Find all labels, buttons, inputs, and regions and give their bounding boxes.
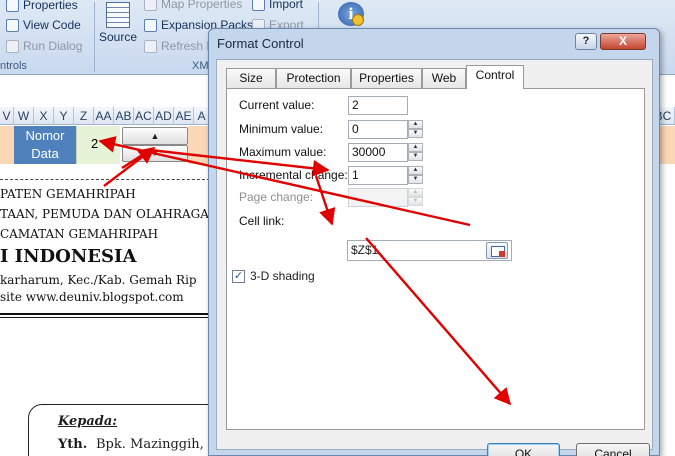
column-header[interactable]: V — [0, 107, 14, 125]
incremental-change-field[interactable]: 1 — [348, 166, 408, 185]
gear-icon — [352, 14, 364, 26]
expansion-packs-icon — [144, 18, 157, 32]
refresh-icon — [144, 39, 157, 53]
letterhead-website: site www.deuniv.blogspot.com — [0, 290, 184, 304]
spin-down-icon[interactable]: ▼ — [408, 152, 423, 161]
maximum-value-spinner[interactable]: ▲ ▼ — [408, 143, 423, 162]
spin-button-down[interactable]: ▼ — [122, 145, 188, 162]
maximum-value-label: Maximum value: — [239, 145, 327, 159]
spin-button-up[interactable]: ▲ — [122, 127, 188, 145]
column-header[interactable]: W — [14, 107, 34, 125]
dialog-title: Format Control — [217, 36, 304, 51]
column-header[interactable]: X — [34, 107, 54, 125]
minimum-value-spinner[interactable]: ▲ ▼ — [408, 120, 423, 139]
minimum-value-label: Minimum value: — [239, 122, 324, 136]
controls-group-label: ntrols — [0, 60, 27, 72]
incremental-change-spinner[interactable]: ▲ ▼ — [408, 166, 423, 185]
refresh-data-button[interactable]: Refresh D — [144, 37, 215, 55]
import-icon — [252, 0, 265, 11]
triangle-down-icon: ▼ — [150, 148, 160, 158]
kepada-label: Kepada: — [58, 414, 118, 429]
spin-down-icon[interactable]: ▼ — [408, 175, 423, 184]
map-properties-button[interactable]: Map Properties — [144, 0, 242, 13]
current-value-field[interactable]: 2 — [348, 96, 408, 115]
spin-up-icon[interactable]: ▲ — [408, 120, 423, 129]
spin-up-icon[interactable]: ▲ — [408, 188, 423, 197]
minimum-value-field[interactable]: 0 — [348, 120, 408, 139]
ok-button[interactable]: OK — [487, 443, 560, 456]
column-header[interactable]: AD — [154, 107, 174, 125]
dashed-separator — [0, 179, 210, 180]
nomor-data-cell[interactable]: Nomor Data — [14, 126, 76, 164]
page-change-spinner[interactable]: ▲ ▼ — [408, 188, 423, 207]
incremental-change-label: Incremental change: — [239, 168, 348, 182]
dialog-body: Size Protection Properties Web Control C… — [216, 59, 653, 456]
spin-down-icon[interactable]: ▼ — [408, 129, 423, 138]
letterhead-title: I INDONESIA — [0, 246, 137, 267]
tab-properties[interactable]: Properties — [351, 68, 422, 88]
current-value-label: Current value: — [239, 98, 315, 112]
import-button[interactable]: Import — [252, 0, 303, 13]
tab-control[interactable]: Control — [466, 65, 524, 89]
maximum-value-field[interactable]: 30000 — [348, 143, 408, 162]
tab-size[interactable]: Size — [226, 68, 276, 88]
letterhead-address: karharum, Kec./Kab. Gemah Rip — [0, 273, 197, 287]
view-code-icon — [6, 18, 19, 32]
tab-protection[interactable]: Protection — [276, 68, 351, 88]
column-header[interactable]: AA — [94, 107, 114, 125]
nomor-data-label: Nomor Data — [25, 128, 65, 161]
letterhead-line: TAAN, PEMUDA DAN OLAHRAGA — [0, 207, 209, 221]
3d-shading-label: 3-D shading — [250, 269, 315, 283]
properties-icon — [6, 0, 19, 12]
letterhead-line: CAMATAN GEMAHRIPAH — [0, 227, 159, 241]
cancel-button[interactable]: Cancel — [576, 443, 650, 456]
page-change-field[interactable] — [348, 188, 408, 207]
cell-link-value: $Z$1 — [351, 243, 379, 257]
letterhead-rule — [0, 317, 210, 318]
spin-up-icon[interactable]: ▲ — [408, 143, 423, 152]
letterhead-line: PATEN GEMAHRIPAH — [0, 187, 136, 201]
column-header[interactable]: AB — [114, 107, 134, 125]
xml-group-label: XM — [192, 60, 209, 72]
view-code-button[interactable]: View Code — [6, 16, 81, 34]
yth-label: Yth. — [58, 437, 88, 452]
run-dialog-button[interactable]: Run Dialog — [6, 37, 82, 55]
tab-web[interactable]: Web — [422, 68, 466, 88]
recipient-name: Bpk. Mazinggih, M — [96, 437, 222, 452]
cell-fill[interactable] — [188, 126, 210, 164]
value-cell-z1[interactable]: 2 — [76, 126, 120, 164]
ribbon-separator — [94, 2, 95, 72]
spin-up-icon[interactable]: ▲ — [408, 166, 423, 175]
help-button[interactable]: ? — [575, 33, 597, 50]
cell-fill[interactable] — [0, 126, 14, 164]
run-dialog-icon — [6, 39, 19, 53]
column-header[interactable]: AC — [134, 107, 154, 125]
page-change-label: Page change: — [239, 190, 314, 204]
column-header[interactable]: Y — [54, 107, 74, 125]
letterhead-rule — [0, 313, 210, 315]
source-icon — [106, 2, 130, 28]
3d-shading-checkbox[interactable]: ✓ — [232, 270, 245, 283]
triangle-up-icon: ▲ — [150, 131, 160, 141]
close-button[interactable]: X — [600, 33, 646, 50]
spin-down-icon[interactable]: ▼ — [408, 197, 423, 206]
cell-value: 2 — [91, 136, 99, 151]
collapse-dialog-button[interactable] — [486, 242, 508, 259]
format-control-dialog: Format Control ? X Size Protection Prope… — [208, 28, 660, 456]
cell-link-label: Cell link: — [239, 214, 285, 228]
column-header[interactable]: AE — [174, 107, 194, 125]
column-header[interactable]: Z — [74, 107, 94, 125]
properties-button[interactable]: Properties — [6, 0, 78, 14]
source-button[interactable]: Source — [98, 0, 138, 48]
map-properties-icon — [144, 0, 157, 11]
